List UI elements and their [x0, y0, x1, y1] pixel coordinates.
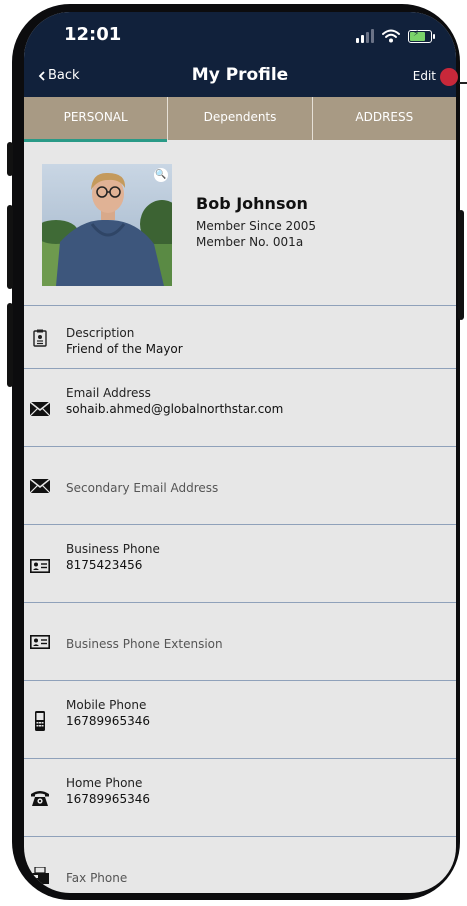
- id-card-icon: [30, 328, 50, 348]
- app-screen: 12:01 ⚡ Back My Profile Edit PERSONAL De…: [24, 12, 456, 893]
- tab-personal[interactable]: PERSONAL: [24, 97, 168, 142]
- member-since: Member Since 2005: [196, 219, 317, 233]
- annotation-line: [459, 82, 467, 84]
- telephone-icon: [30, 788, 50, 808]
- field-business-phone-extension[interactable]: Business Phone Extension: [24, 603, 456, 681]
- profile-name: Bob Johnson: [196, 194, 308, 213]
- field-secondary-email[interactable]: Secondary Email Address: [24, 447, 456, 525]
- member-number: Member No. 001a: [196, 235, 304, 249]
- fax-icon: [30, 866, 50, 886]
- field-label: Business Phone Extension: [66, 637, 223, 651]
- field-mobile-phone[interactable]: Mobile Phone 16789965346: [24, 681, 456, 759]
- field-value: Friend of the Mayor: [66, 342, 183, 356]
- field-home-phone[interactable]: Home Phone 16789965346: [24, 759, 456, 837]
- volume-up-button: [7, 205, 13, 289]
- page-title: My Profile: [191, 65, 289, 85]
- edit-annotation-marker: [440, 68, 458, 86]
- wifi-icon: [382, 29, 400, 43]
- field-email[interactable]: Email Address sohaib.ahmed@globalnorthst…: [24, 369, 456, 447]
- tab-dependents[interactable]: Dependents: [167, 97, 311, 140]
- envelope-icon: [30, 476, 50, 496]
- status-time: 12:01: [64, 24, 122, 45]
- power-button: [458, 210, 464, 320]
- avatar-photo: [42, 164, 172, 286]
- field-label: Business Phone: [66, 542, 160, 556]
- field-label: Secondary Email Address: [66, 481, 219, 495]
- app-header: 12:01 ⚡ Back My Profile Edit: [24, 12, 456, 97]
- field-label: Mobile Phone: [66, 698, 147, 712]
- contact-card-icon: [30, 632, 50, 652]
- field-label: Description: [66, 326, 135, 340]
- edit-button[interactable]: Edit: [413, 69, 436, 83]
- envelope-icon: [30, 399, 50, 419]
- field-description[interactable]: Description Friend of the Mayor: [24, 306, 456, 369]
- field-fax-phone[interactable]: Fax Phone: [24, 837, 456, 893]
- field-value: sohaib.ahmed@globalnorthstar.com: [66, 402, 284, 416]
- profile-card: 🔍 Bob Johnson Member Since 2005 Member N…: [24, 140, 456, 306]
- profile-tabs: PERSONAL Dependents ADDRESS: [24, 97, 456, 142]
- battery-icon: ⚡: [408, 29, 435, 43]
- contact-card-icon: [30, 556, 50, 576]
- avatar[interactable]: 🔍: [42, 164, 172, 286]
- signal-icon: [356, 29, 374, 43]
- mute-switch: [7, 142, 13, 176]
- field-value: 8175423456: [66, 558, 143, 572]
- field-business-phone[interactable]: Business Phone 8175423456: [24, 525, 456, 603]
- mobile-phone-icon: [30, 711, 50, 731]
- field-label: Email Address: [66, 386, 151, 400]
- field-value: 16789965346: [66, 792, 150, 806]
- status-icons: ⚡: [356, 26, 435, 46]
- field-value: 16789965346: [66, 714, 150, 728]
- field-label: Fax Phone: [66, 871, 128, 885]
- field-label: Home Phone: [66, 776, 143, 790]
- tab-address[interactable]: ADDRESS: [311, 97, 456, 140]
- volume-down-button: [7, 303, 13, 387]
- zoom-icon[interactable]: 🔍: [154, 168, 168, 182]
